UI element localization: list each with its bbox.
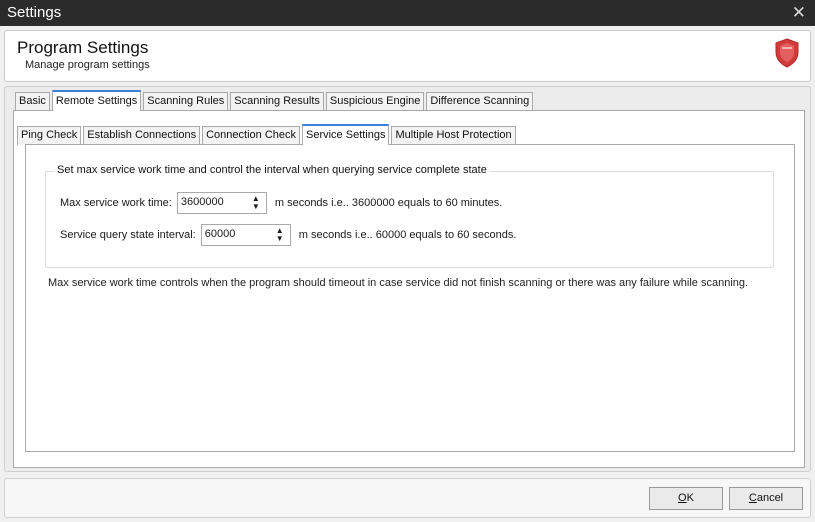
max-work-stepper[interactable]: 3600000 ▲ ▼ (176, 192, 267, 214)
ok-button[interactable]: OK (649, 487, 723, 510)
description-text: Max service work time controls when the … (48, 277, 749, 289)
query-interval-row: Service query state interval: 60000 ▲ ▼ m… (60, 224, 516, 246)
tab-establish-connections[interactable]: Establish Connections (83, 126, 201, 145)
remote-settings-panel: Ping Check Establish Connections Connect… (13, 110, 805, 468)
outer-tab-strip: Basic Remote Settings Scanning Rules Sca… (15, 90, 535, 111)
window-title: Settings (7, 4, 62, 21)
footer-bar: OK Cancel (4, 478, 811, 518)
page-title: Program Settings (17, 38, 149, 57)
header-panel: Program Settings Manage program settings (4, 30, 811, 82)
spin-arrows-icon[interactable]: ▲ ▼ (270, 225, 290, 245)
close-icon[interactable]: ✕ (792, 3, 806, 23)
tab-connection-check[interactable]: Connection Check (202, 126, 300, 145)
query-interval-note: m seconds i.e.. 60000 equals to 60 secon… (298, 229, 517, 241)
max-work-value[interactable]: 3600000 (178, 193, 246, 213)
query-interval-stepper[interactable]: 60000 ▲ ▼ (200, 224, 291, 246)
max-work-row: Max service work time: 3600000 ▲ ▼ m seco… (60, 192, 502, 214)
ok-rest: K (686, 492, 694, 504)
max-work-label: Max service work time: (60, 197, 172, 209)
tab-scanning-rules[interactable]: Scanning Rules (143, 92, 229, 111)
settings-content: Basic Remote Settings Scanning Rules Sca… (4, 86, 811, 472)
page-subtitle: Manage program settings (25, 59, 150, 71)
shield-icon (775, 38, 799, 68)
tab-ping-check[interactable]: Ping Check (17, 126, 82, 145)
title-bar: Settings ✕ (0, 0, 815, 26)
inner-tab-strip: Ping Check Establish Connections Connect… (17, 124, 518, 145)
group-legend: Set max service work time and control th… (54, 164, 490, 176)
cancel-button[interactable]: Cancel (729, 487, 803, 510)
service-settings-panel: Set max service work time and control th… (25, 144, 795, 452)
spin-arrows-icon[interactable]: ▲ ▼ (246, 193, 266, 213)
cancel-rest: ancel (756, 492, 784, 504)
tab-service-settings[interactable]: Service Settings (302, 124, 390, 145)
query-interval-value[interactable]: 60000 (202, 225, 270, 245)
tab-remote-settings[interactable]: Remote Settings (51, 90, 142, 111)
tab-suspicious-engine[interactable]: Suspicious Engine (325, 92, 425, 111)
tab-difference-scanning[interactable]: Difference Scanning (426, 92, 534, 111)
max-work-note: m seconds i.e.. 3600000 equals to 60 min… (274, 197, 503, 209)
ok-mnemonic: O (678, 492, 687, 504)
service-time-group: Set max service work time and control th… (45, 164, 774, 268)
tab-scanning-results[interactable]: Scanning Results (230, 92, 324, 111)
tab-multiple-host-protection[interactable]: Multiple Host Protection (391, 126, 516, 145)
query-interval-label: Service query state interval: (60, 229, 196, 241)
tab-basic[interactable]: Basic (15, 92, 50, 111)
cancel-mnemonic: C (748, 492, 757, 504)
